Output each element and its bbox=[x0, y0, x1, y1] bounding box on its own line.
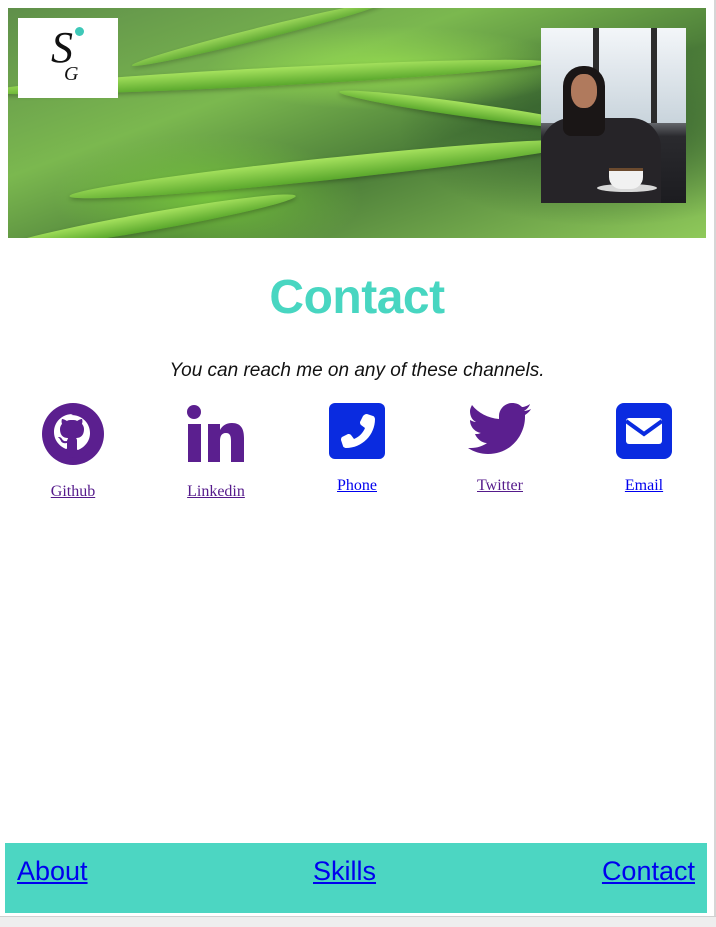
channel-linkedin: Linkedin bbox=[156, 402, 276, 501]
fern-leaf bbox=[130, 8, 386, 72]
photo-person-face bbox=[571, 74, 597, 108]
fern-leaf bbox=[68, 130, 588, 208]
logo-letter-g: G bbox=[64, 63, 79, 85]
photo-coffee-cup bbox=[609, 168, 643, 189]
footer-link-about[interactable]: About bbox=[17, 855, 88, 887]
footer-link-skills[interactable]: Skills bbox=[313, 855, 376, 887]
page-title: Contact bbox=[269, 271, 445, 324]
hero-banner: S G bbox=[8, 8, 706, 238]
twitter-icon[interactable] bbox=[440, 402, 560, 460]
linkedin-icon[interactable] bbox=[156, 402, 276, 466]
email-link[interactable]: Email bbox=[584, 477, 704, 495]
channel-email: Email bbox=[584, 402, 704, 495]
phone-icon[interactable] bbox=[297, 402, 417, 460]
footer-nav: About Skills Contact bbox=[5, 843, 707, 913]
logo-dot bbox=[75, 27, 84, 36]
channel-github: Github bbox=[13, 402, 133, 501]
github-link[interactable]: Github bbox=[13, 483, 133, 501]
footer-link-contact[interactable]: Contact bbox=[602, 855, 695, 887]
linkedin-link[interactable]: Linkedin bbox=[156, 483, 276, 501]
site-logo[interactable]: S G bbox=[18, 18, 118, 98]
profile-photo bbox=[541, 28, 686, 203]
envelope-icon[interactable] bbox=[584, 402, 704, 460]
contact-tagline: You can reach me on any of these channel… bbox=[169, 360, 545, 381]
twitter-link[interactable]: Twitter bbox=[440, 477, 560, 495]
channel-phone: Phone bbox=[297, 402, 417, 495]
channel-twitter: Twitter bbox=[440, 402, 560, 495]
phone-link[interactable]: Phone bbox=[297, 477, 417, 495]
horizontal-scrollbar[interactable] bbox=[0, 916, 716, 927]
github-icon[interactable] bbox=[13, 402, 133, 466]
